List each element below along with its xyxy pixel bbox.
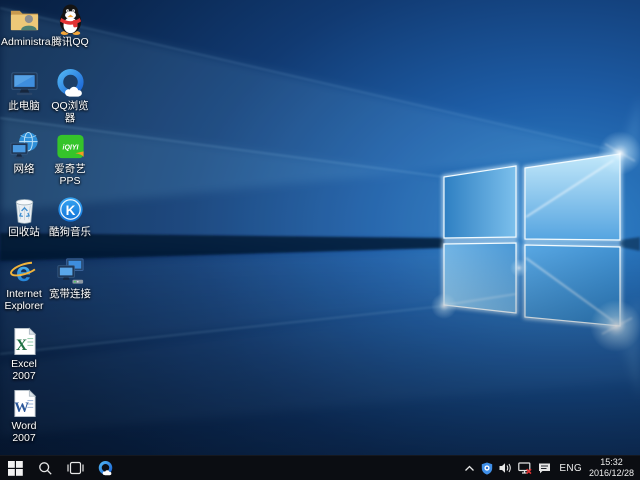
taskbar-clock[interactable]: 15:32 2016/12/28 — [587, 457, 640, 480]
desktop-icon-label: QQ浏览器 — [47, 101, 93, 125]
desktop-icon-broadband[interactable]: 宽带连接 — [47, 255, 93, 301]
wallpaper-windows-hero — [0, 0, 640, 455]
search-icon — [38, 461, 53, 476]
word-icon: W — [8, 387, 41, 420]
ie-icon: e — [8, 255, 41, 288]
language-indicator[interactable]: ENG — [554, 456, 587, 480]
excel-icon: X — [8, 325, 41, 358]
svg-text:K: K — [65, 203, 75, 218]
desktop-icon-administrator[interactable]: Administra... — [1, 3, 47, 49]
iqiyi-icon: iQIYI — [54, 130, 87, 163]
windows-start-icon — [8, 461, 23, 476]
desktop-icon-label: 腾讯QQ — [51, 37, 88, 49]
kugou-icon: K — [54, 193, 87, 226]
desktop-icon-label: Word 2007 — [1, 421, 47, 445]
desktop-icon-label: 此电脑 — [8, 101, 40, 113]
broadband-monitors-icon — [54, 255, 87, 288]
svg-text:iQIYI: iQIYI — [62, 144, 79, 151]
svg-text:X: X — [15, 337, 27, 354]
start-button[interactable] — [0, 456, 30, 480]
desktop-icon-network[interactable]: 网络 — [1, 130, 47, 176]
desktop-icon-label: 酷狗音乐 — [49, 227, 91, 239]
speaker-icon — [499, 462, 512, 474]
desktop-icon-label: 回收站 — [8, 227, 40, 239]
tray-volume[interactable] — [496, 456, 515, 480]
message-bubble-icon — [538, 462, 551, 474]
tray-messages[interactable] — [535, 456, 554, 480]
network-disconnected-icon — [518, 462, 532, 475]
desktop-icon-word-2007[interactable]: W Word 2007 — [1, 387, 47, 445]
network-globe-icon — [8, 130, 41, 163]
qq-browser-icon — [97, 460, 114, 477]
task-view-button[interactable] — [60, 456, 90, 480]
taskbar-qq-browser-button[interactable] — [90, 456, 120, 480]
desktop-icon-label: 宽带连接 — [49, 289, 91, 301]
desktop-icon-label: Excel 2007 — [1, 359, 47, 383]
recycle-bin-icon — [8, 193, 41, 226]
tray-security-shield[interactable] — [478, 456, 496, 480]
desktop-icon-this-pc[interactable]: 此电脑 — [1, 67, 47, 113]
desktop: Administra... 腾讯QQ — [0, 0, 640, 455]
desktop-icon-iqiyi-pps[interactable]: iQIYI 爱奇艺PPS — [47, 130, 93, 188]
taskbar: ENG 15:32 2016/12/28 — [0, 455, 640, 480]
tray-show-hidden-icons[interactable] — [461, 456, 478, 480]
desktop-icon-label: 网络 — [14, 164, 35, 176]
desktop-icon-label: Administra... — [1, 37, 47, 49]
search-button[interactable] — [30, 456, 60, 480]
qq-browser-icon — [54, 67, 87, 100]
system-tray: ENG 15:32 2016/12/28 — [461, 456, 640, 480]
desktop-icon-internet-explorer[interactable]: e Internet Explorer — [1, 255, 47, 313]
desktop-icon-label: Internet Explorer — [1, 289, 47, 313]
desktop-icon-tencent-qq[interactable]: 腾讯QQ — [47, 3, 93, 49]
svg-text:W: W — [14, 400, 29, 416]
desktop-icon-recycle-bin[interactable]: 回收站 — [1, 193, 47, 239]
computer-monitor-icon — [8, 67, 41, 100]
desktop-icon-excel-2007[interactable]: X Excel 2007 — [1, 325, 47, 383]
desktop-icon-qq-browser[interactable]: QQ浏览器 — [47, 67, 93, 125]
task-view-icon — [67, 461, 84, 475]
user-folder-icon — [8, 3, 41, 36]
tray-network-disconnected[interactable] — [515, 456, 535, 480]
desktop-icon-label: 爱奇艺PPS — [47, 164, 93, 188]
clock-date: 2016/12/28 — [589, 468, 634, 479]
qq-penguin-icon — [54, 3, 87, 36]
shield-icon — [481, 462, 493, 475]
desktop-icon-kugou-music[interactable]: K 酷狗音乐 — [47, 193, 93, 239]
clock-time: 15:32 — [589, 457, 634, 468]
chevron-up-icon — [464, 464, 475, 473]
